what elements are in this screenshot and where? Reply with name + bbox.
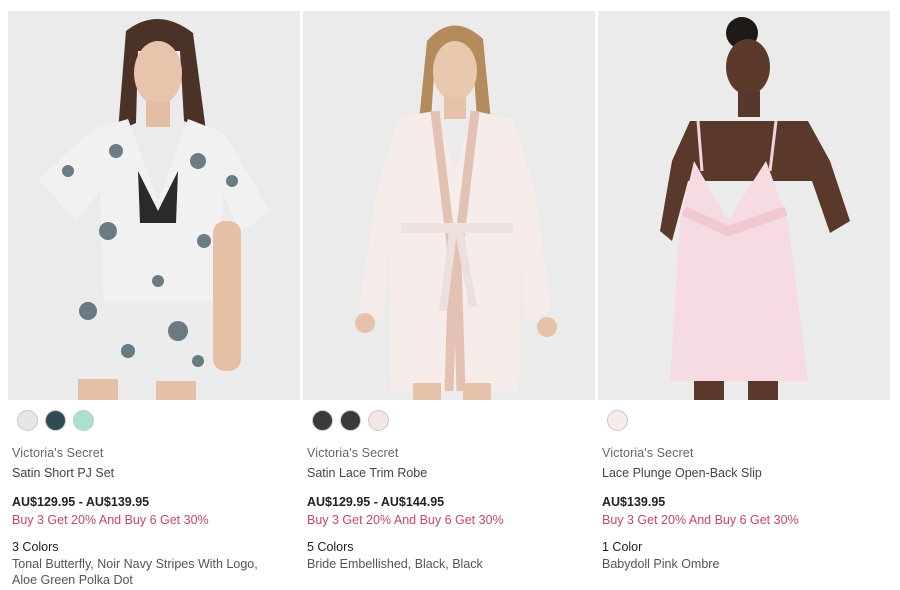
product-price: AU$139.95	[602, 495, 666, 509]
product-image[interactable]	[8, 11, 300, 400]
product-brand: Victoria's Secret	[12, 446, 104, 460]
product-name[interactable]: Satin Short PJ Set	[8, 466, 300, 480]
product-grid: Victoria's Secret Satin Short PJ Set AU$…	[0, 0, 900, 590]
promo-text: Buy 3 Get 20% And Buy 6 Get 30%	[602, 513, 799, 527]
product-price: AU$129.95 - AU$144.95	[307, 495, 445, 509]
color-count: 3 Colors	[12, 540, 59, 554]
color-swatch[interactable]	[340, 410, 361, 431]
promo-text: Buy 3 Get 20% And Buy 6 Get 30%	[307, 513, 504, 527]
product-card[interactable]: Victoria's Secret Lace Plunge Open-Back …	[598, 11, 890, 572]
color-swatch[interactable]	[45, 410, 66, 431]
color-swatches	[598, 410, 890, 431]
color-swatch[interactable]	[607, 410, 628, 431]
product-image[interactable]	[598, 11, 890, 400]
product-card[interactable]: Victoria's Secret Satin Lace Trim Robe A…	[303, 11, 595, 572]
color-names: Babydoll Pink Ombre	[602, 557, 720, 571]
product-brand: Victoria's Secret	[602, 446, 694, 460]
model-satin-robe-image	[303, 11, 595, 400]
color-swatches	[303, 410, 595, 431]
color-names: Tonal Butterfly, Noir Navy Stripes With …	[12, 557, 258, 587]
color-count: 5 Colors	[307, 540, 354, 554]
product-name[interactable]: Satin Lace Trim Robe	[303, 466, 595, 480]
color-swatch[interactable]	[368, 410, 389, 431]
product-card[interactable]: Victoria's Secret Satin Short PJ Set AU$…	[8, 11, 300, 588]
promo-text: Buy 3 Get 20% And Buy 6 Get 30%	[12, 513, 209, 527]
model-lace-slip-image	[598, 11, 890, 400]
color-count: 1 Color	[602, 540, 643, 554]
color-swatch[interactable]	[17, 410, 38, 431]
model-satin-pj-set-image	[8, 11, 300, 400]
product-brand: Victoria's Secret	[307, 446, 399, 460]
color-swatches	[8, 410, 300, 431]
product-name[interactable]: Lace Plunge Open-Back Slip	[598, 466, 890, 480]
color-swatch[interactable]	[312, 410, 333, 431]
color-swatch[interactable]	[73, 410, 94, 431]
product-price: AU$129.95 - AU$139.95	[12, 495, 150, 509]
product-image[interactable]	[303, 11, 595, 400]
color-names: Bride Embellished, Black, Black	[307, 557, 483, 571]
